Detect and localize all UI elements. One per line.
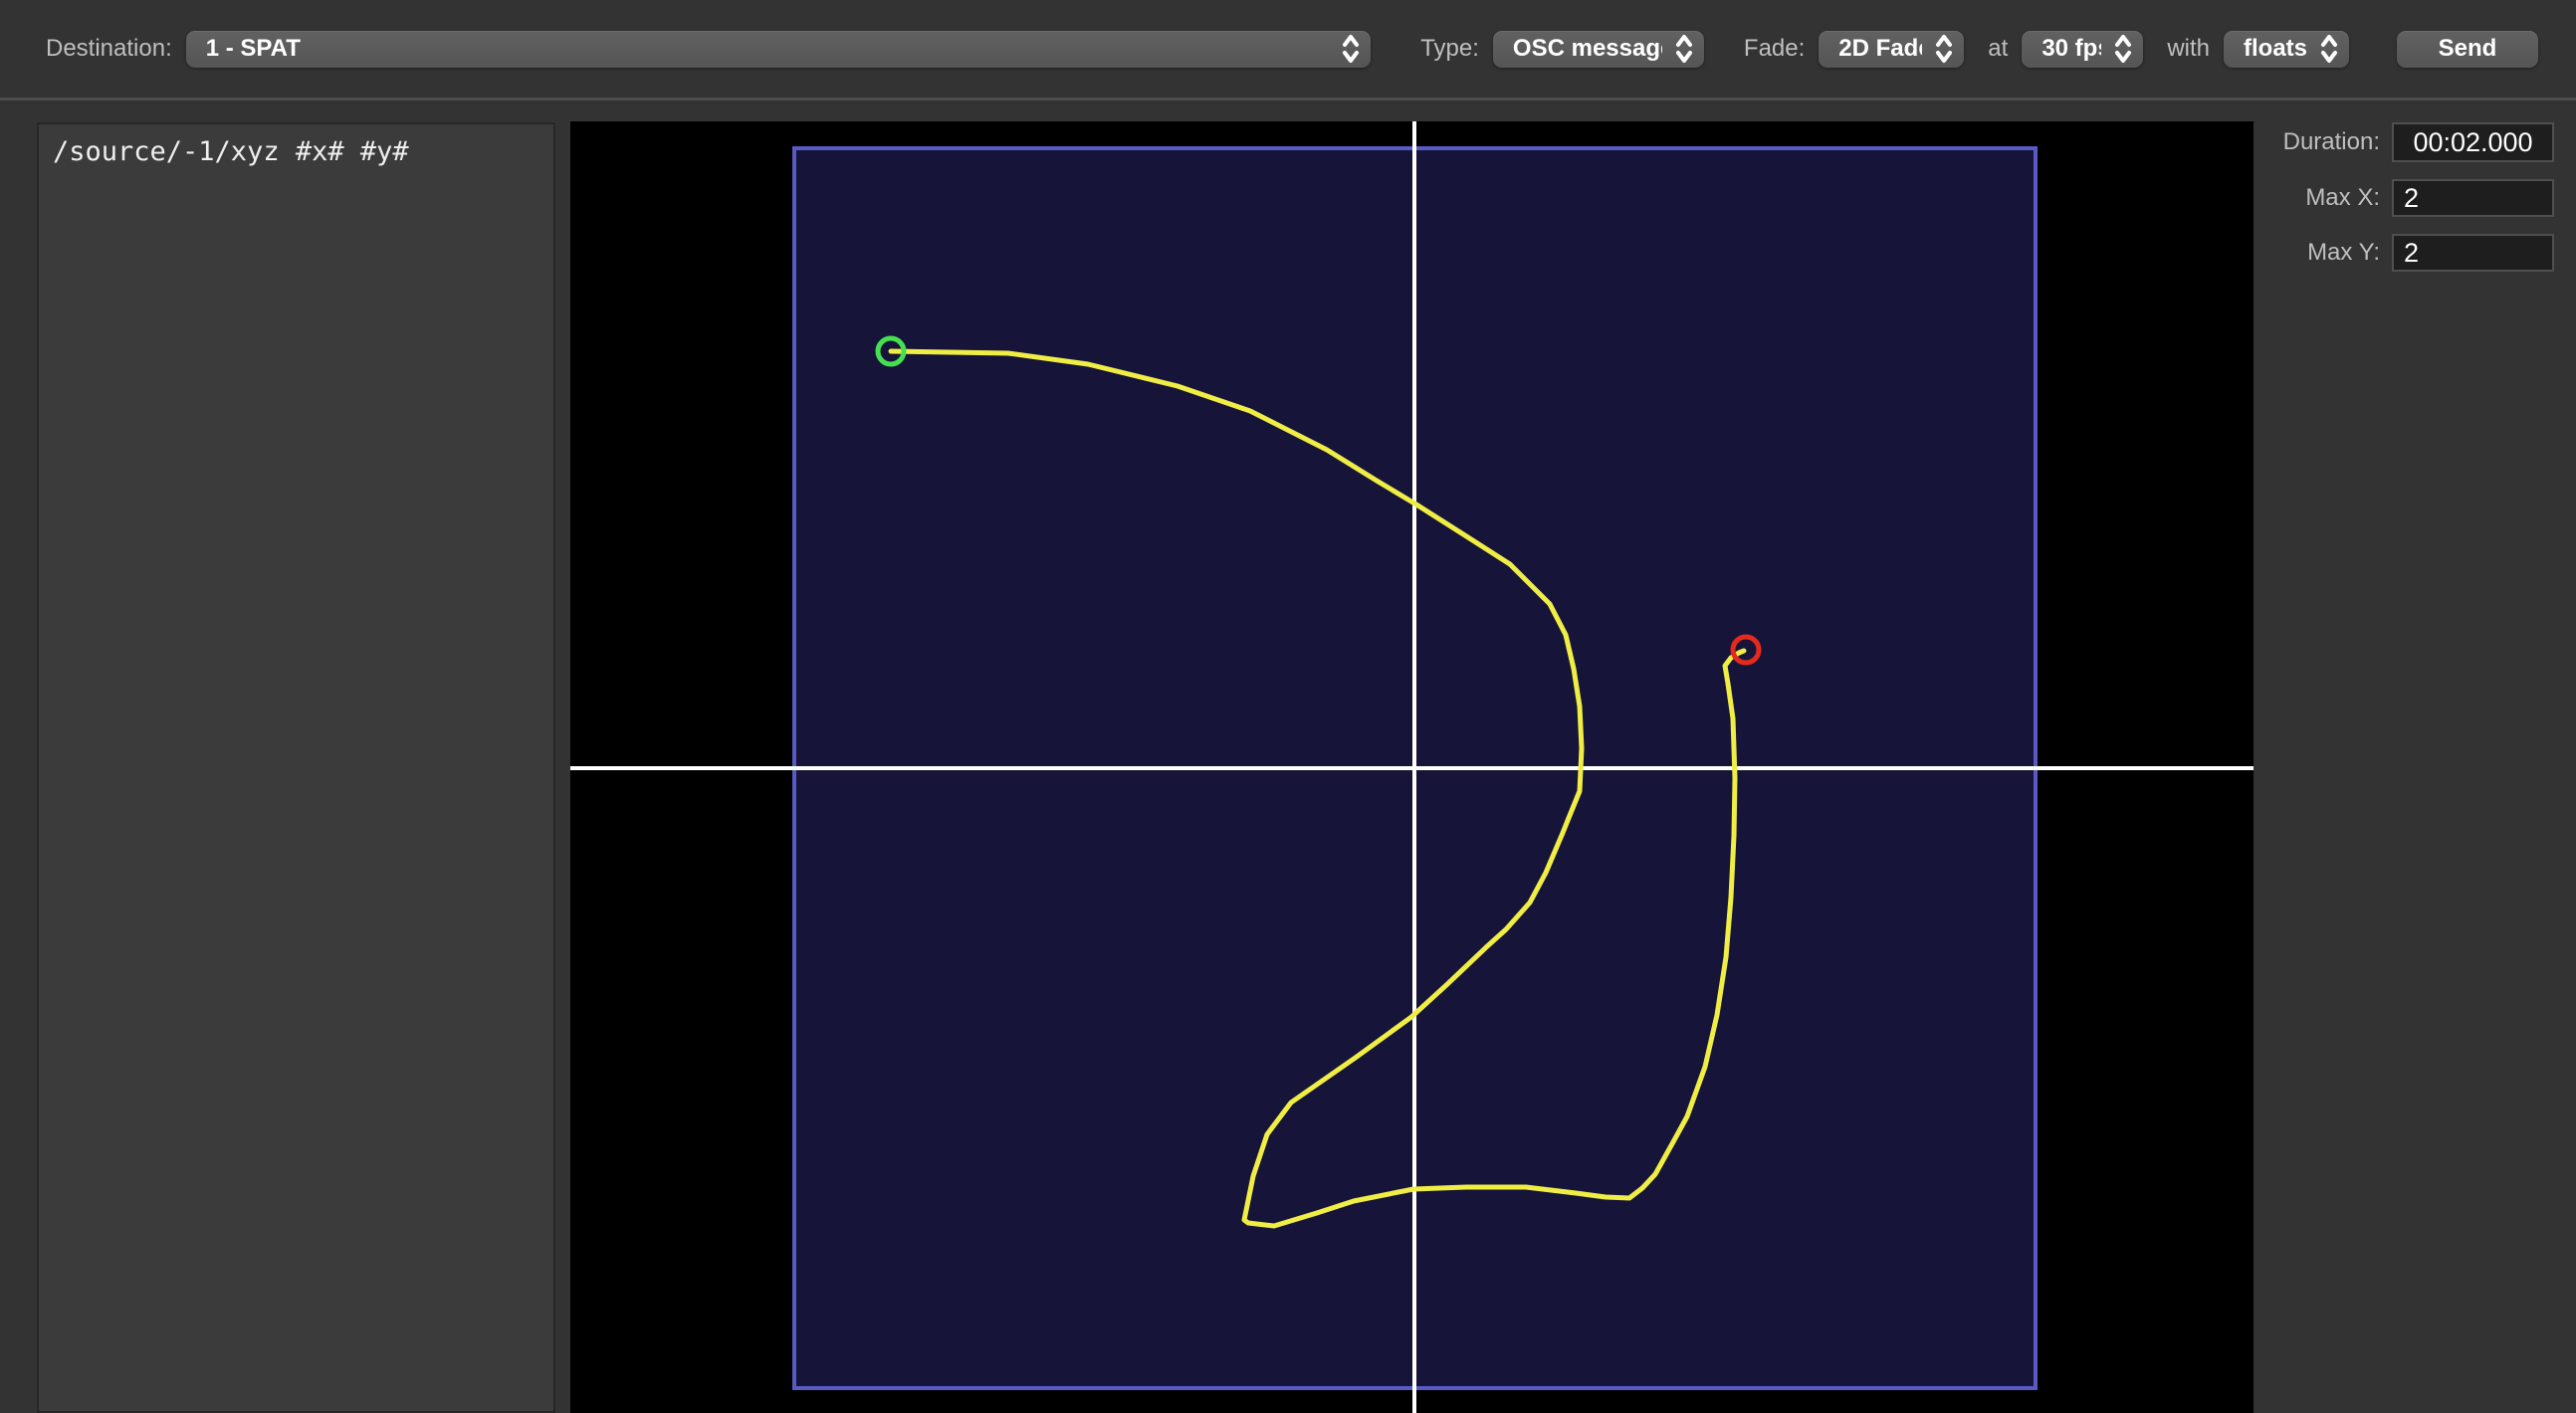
trajectory-canvas[interactable] [570,121,2254,1413]
chevron-up-down-icon [2319,32,2339,66]
osc-message-input[interactable]: /source/-1/xyz #x# #y# [37,122,555,1413]
trajectory-drawing [570,121,2254,1413]
max-x-input[interactable] [2392,179,2554,217]
max-x-row: Max X: [2254,179,2554,217]
format-value: floats [2244,35,2307,62]
duration-row: Duration: [2254,122,2554,162]
destination-label: Destination: [46,35,172,62]
settings-panel: Duration: Max X: Max Y: [2254,103,2576,1413]
fade-select[interactable]: 2D Fade [1819,30,1965,68]
format-select[interactable]: floats [2224,30,2349,68]
osc-trajectory-app: Destination: 1 - SPAT Type: OSC message … [0,0,2576,1413]
fade-value: 2D Fade [1838,35,1922,62]
fps-select[interactable]: 30 fps [2022,30,2144,68]
duration-input[interactable] [2392,122,2554,162]
max-y-row: Max Y: [2254,234,2554,272]
max-y-label: Max Y: [2307,239,2380,266]
send-button[interactable]: Send [2397,30,2538,68]
max-y-input[interactable] [2392,234,2554,272]
destination-value: 1 - SPAT [205,35,301,62]
chevron-up-down-icon [1674,32,1694,66]
toolbar: Destination: 1 - SPAT Type: OSC message … [0,0,2576,101]
duration-label: Duration: [2282,128,2380,155]
type-select[interactable]: OSC message [1492,30,1704,68]
chevron-up-down-icon [1934,32,1954,66]
type-value: OSC message [1512,35,1662,62]
chevron-up-down-icon [1341,32,1361,66]
with-label: with [2167,35,2210,62]
fade-label: Fade: [1743,35,1806,62]
fps-value: 30 fps [2041,35,2101,62]
max-x-label: Max X: [2305,184,2380,211]
chevron-up-down-icon [2113,32,2133,66]
type-label: Type: [1420,35,1479,62]
at-label: at [1988,35,2009,62]
destination-select[interactable]: 1 - SPAT [185,30,1372,68]
